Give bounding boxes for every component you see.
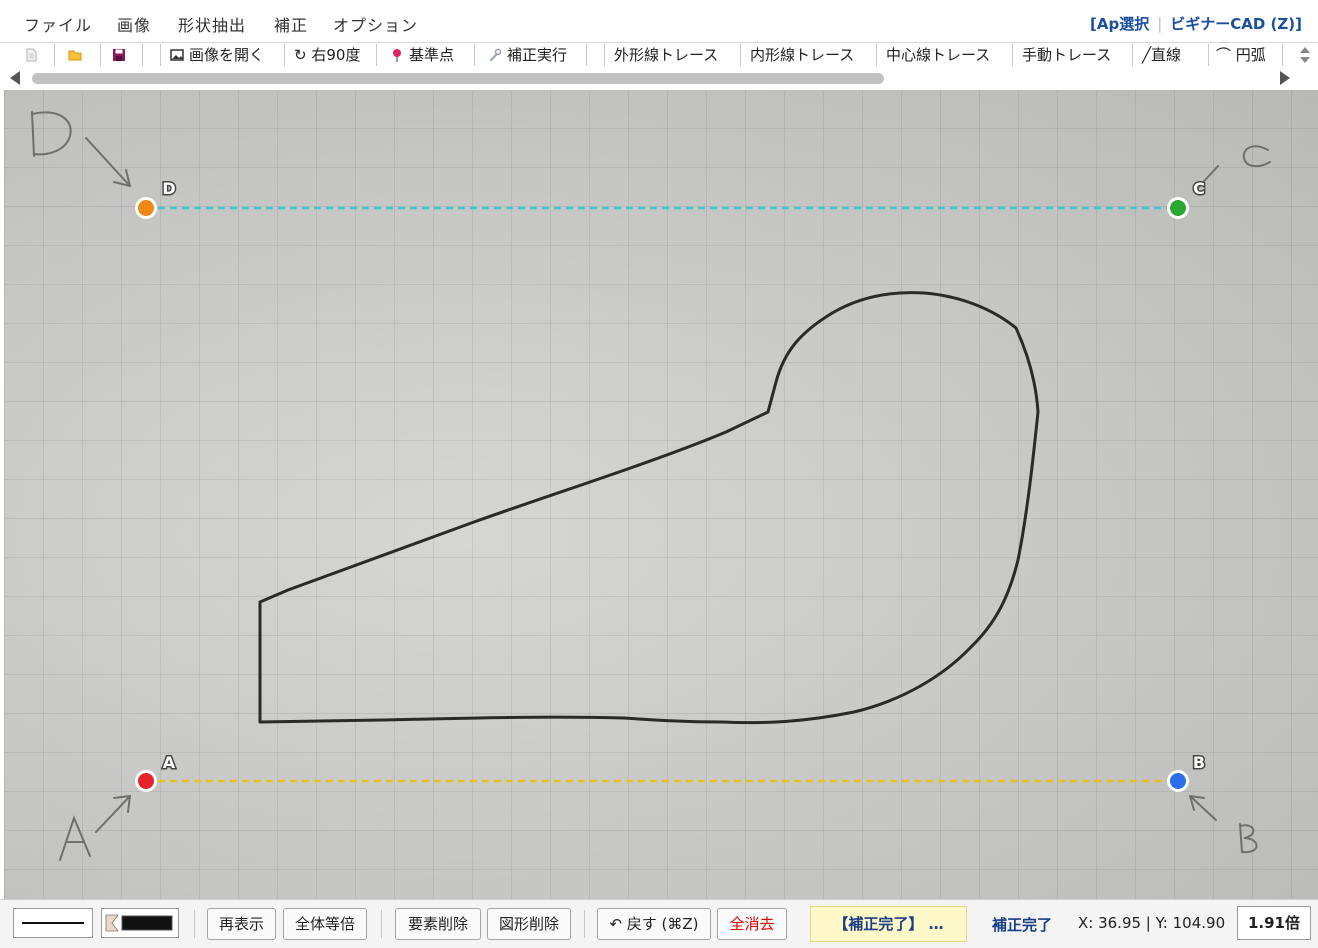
manual-trace-label: 手動トレース [1022,46,1112,64]
reference-point-a[interactable]: A [135,752,177,792]
status-text: 補正完了 [992,916,1053,934]
open-image-label: 画像を開く [189,46,265,64]
line-style-preview-icon [22,922,84,924]
reference-point-label: 基準点 [409,46,455,64]
clear-all-button[interactable]: 全消去 [717,908,787,940]
folder-icon [68,50,82,61]
toolbar-scroll-arrows[interactable] [1298,44,1312,66]
delete-shape-button[interactable]: 図形削除 [487,908,571,940]
open-image-button[interactable]: 画像を開く [166,42,264,68]
pin-icon [393,49,401,62]
horizontal-scrollbar[interactable] [4,68,1304,88]
pencil-arrow-a [95,795,131,833]
pencil-arrow-b [1189,795,1217,821]
arc-tool-button[interactable]: ⌒ 円弧 [1212,42,1266,68]
pencil-letter-d [31,111,72,157]
ap-select-link[interactable]: [Ap選択 [1090,15,1149,33]
reference-point-b[interactable]: B [1167,752,1207,792]
scrollbar-thumb[interactable] [32,73,884,84]
pencil-letter-b [1239,823,1258,854]
zoom-level: 1.91倍 [1237,906,1311,940]
menu-correction[interactable]: 補正 [274,12,308,36]
manual-trace-button[interactable]: 手動トレース [1018,42,1111,68]
point-label-a: A [163,753,176,772]
center-trace-label: 中心線トレース [886,46,991,64]
traced-shape-outline [258,291,1040,725]
scroll-left-arrow-icon[interactable] [10,71,20,85]
line-icon: ╱ [1142,46,1152,64]
menu-bar: ファイル 画像 形状抽出 補正 オプション [Ap選択 | ビギナーCAD (Z)] [0,0,1318,43]
save-button[interactable] [108,42,131,68]
rotate-icon: ↻ [294,46,307,64]
reference-point-c[interactable]: C [1167,178,1206,219]
outer-trace-button[interactable]: 外形線トレース [610,42,718,68]
toolbar: 画像を開く ↻ 右90度 基準点 補正実行 外形線トレース 内形線トレース 中心… [0,42,1300,68]
open-folder-button[interactable] [64,42,87,68]
image-icon [170,49,184,61]
line-color-swatch-icon [105,914,173,932]
line-color-selector[interactable] [101,908,179,938]
image-canvas[interactable]: D C A B [4,90,1318,899]
point-label-c: C [1193,179,1205,198]
redisplay-button[interactable]: 再表示 [207,908,276,940]
reference-point-d[interactable]: D [135,178,177,219]
outer-trace-label: 外形線トレース [614,46,719,64]
undo-button[interactable]: ↶ 戻す (⌘Z) [597,908,711,940]
status-message-badge: 【補正完了】 … [810,906,967,942]
new-file-icon [26,48,37,62]
new-file-button[interactable] [20,42,43,68]
line-label: 直線 [1151,46,1182,64]
pencil-letter-a [59,815,91,861]
run-correction-label: 補正実行 [507,46,568,64]
menu-image[interactable]: 画像 [117,12,151,36]
fit-all-button[interactable]: 全体等倍 [283,908,367,940]
status-bar: 再表示 全体等倍 要素削除 図形削除 ↶ 戻す (⌘Z) 全消去 【補正完了】 … [0,899,1318,948]
pencil-letter-c [1242,145,1271,168]
wrench-icon [489,48,502,62]
menu-shape-extract[interactable]: 形状抽出 [178,12,246,36]
updown-arrow-icon [1300,47,1310,63]
delete-element-button[interactable]: 要素削除 [395,908,481,940]
arc-icon: ⌒ [1216,46,1232,64]
pencil-annotations [31,111,1271,861]
line-tool-button[interactable]: ╱直線 [1138,42,1181,68]
pencil-arrow-d [85,137,131,187]
point-label-b: B [1193,753,1205,772]
mode-menu: [Ap選択 | ビギナーCAD (Z)] [1090,15,1302,33]
beginner-cad-link[interactable]: ビギナーCAD (Z)] [1170,15,1302,33]
arc-label: 円弧 [1235,46,1266,64]
run-correction-button[interactable]: 補正実行 [484,42,567,68]
rotate-label: 右90度 [311,46,361,64]
rotate-90-button[interactable]: ↻ 右90度 [290,42,360,68]
canvas-overlay: D C A B [31,111,1271,861]
center-trace-button[interactable]: 中心線トレース [882,42,990,68]
inner-trace-button[interactable]: 内形線トレース [746,42,854,68]
reference-point-button[interactable]: 基準点 [386,42,454,68]
menu-options[interactable]: オプション [333,12,418,36]
inner-trace-label: 内形線トレース [750,46,855,64]
save-icon [113,49,125,61]
cursor-coordinates: X: 36.95 | Y: 104.90 [1078,914,1226,932]
menu-file[interactable]: ファイル [24,12,92,36]
point-label-d: D [162,179,175,198]
line-style-selector[interactable] [13,908,93,938]
scroll-right-arrow-icon[interactable] [1280,71,1290,85]
